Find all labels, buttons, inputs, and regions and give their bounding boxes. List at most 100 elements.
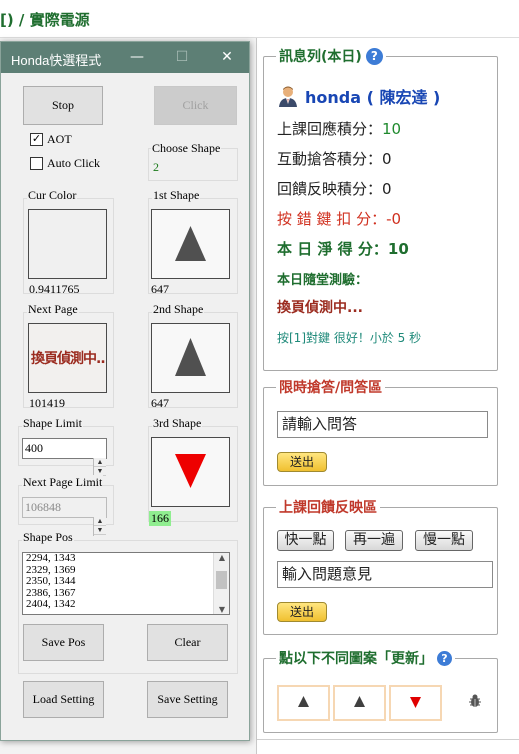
honda-dialog: Honda快選程式 — ☐ ✕ Stop Click ✓ AOT Auto Cl… (0, 41, 250, 741)
shape1-label: 1st Shape (152, 188, 201, 203)
shape3-label: 3rd Shape (152, 416, 203, 431)
feedback-panel: 上課回饋反映區 快一點 再一遍 慢一點 輸入問題意見 送出 (263, 497, 498, 635)
cur-color-swatch (28, 209, 107, 279)
next-page-limit-label: Next Page Limit (22, 475, 104, 490)
checkbox-unchecked-icon (30, 157, 43, 170)
up-triangle-icon (175, 338, 206, 376)
aot-checkbox[interactable]: ✓ AOT (30, 132, 72, 147)
quick-answer-legend: 限時搶答/問答區 (276, 377, 386, 397)
down-triangle-icon (175, 454, 206, 488)
faster-button[interactable]: 快一點 (277, 530, 334, 551)
shape-limit-input[interactable]: 400 ▲ ▼ (22, 438, 107, 477)
answer-input[interactable]: 請輸入問答 (277, 411, 488, 438)
message-prefix: 按[1]對鍵 (277, 331, 334, 345)
up-triangle-icon (298, 696, 309, 707)
message-body: 很好！小於 5 秒 (333, 331, 422, 345)
list-item[interactable]: 2294, 1343 (23, 553, 229, 565)
stat-label: 互動搶答積分： (277, 150, 383, 168)
info-panel: 訊息列(本日) ? honda ( 陳宏達 ) 上課回應積分：10 互動搶答積分… (263, 46, 498, 371)
user-name: honda ( 陳宏達 ) (305, 88, 441, 107)
load-setting-button[interactable]: Load Setting (23, 681, 104, 718)
dialog-title: Honda快選程式 (11, 53, 102, 68)
next-page-limit-input: 106848 ▲ ▼ (22, 497, 107, 536)
next-page-preview-text: 換頁偵測中... (31, 351, 107, 367)
checkbox-checked-icon: ✓ (30, 133, 43, 146)
minimize-icon[interactable]: — (124, 45, 150, 69)
scroll-up-icon[interactable]: ▲ (214, 553, 229, 562)
feedback-input[interactable]: 輸入問題意見 (277, 561, 493, 588)
shapes-legend: 點以下不同圖案「更新」 ? (276, 648, 455, 668)
stat-feedback: 回饋反映積分：0 (277, 178, 392, 199)
spin-up-icon[interactable]: ▲ (94, 458, 106, 467)
cur-color-value: 0.9411765 (29, 282, 80, 296)
feedback-submit-button[interactable]: 送出 (277, 602, 327, 622)
shapes-legend-text: 點以下不同圖案「更新」 (279, 651, 433, 667)
next-page-value: 101419 (29, 396, 65, 410)
user-row: honda ( 陳宏達 ) (277, 84, 440, 108)
shape1-value: 647 (151, 282, 169, 296)
page-title-text: 實際電源 (29, 11, 90, 29)
choose-shape-label: Choose Shape (151, 141, 222, 156)
shape-pos-label: Shape Pos (22, 530, 74, 545)
aot-label: AOT (47, 132, 72, 146)
choose-shape-value: 2 (153, 160, 159, 174)
click-button: Click (154, 86, 237, 125)
help-icon[interactable]: ? (437, 650, 452, 666)
feedback-legend: 上課回饋反映區 (276, 497, 380, 517)
shape-limit-value: 400 (25, 441, 43, 455)
spinner: ▲ ▼ (93, 517, 106, 536)
shape-option-1[interactable] (277, 685, 330, 721)
shape3-preview (151, 437, 230, 507)
next-page-limit-value: 106848 (25, 500, 61, 514)
scroll-thumb[interactable] (216, 571, 227, 589)
auto-click-checkbox[interactable]: Auto Click (30, 156, 100, 171)
page-header: [) / 實際電源 (0, 0, 519, 38)
save-setting-button[interactable]: Save Setting (147, 681, 228, 718)
shape2-preview (151, 323, 230, 393)
info-panel-title: 訊息列(本日) (279, 49, 362, 65)
next-page-label: Next Page (27, 302, 79, 317)
shape-limit-label: Shape Limit (22, 416, 83, 431)
up-triangle-icon (175, 226, 206, 261)
repeat-button[interactable]: 再一遍 (345, 530, 403, 551)
stat-value: -0 (386, 210, 402, 228)
stat-quiz: 本日隨堂測驗： (277, 273, 369, 288)
shape2-value: 647 (151, 396, 169, 410)
stat-class-response: 上課回應積分：10 (277, 118, 401, 139)
page-title-prefix: [) / (0, 11, 30, 29)
stat-value: 0 (382, 180, 392, 198)
close-icon[interactable]: ✕ (214, 45, 240, 69)
change-page-status: 換頁偵測中... (277, 300, 363, 316)
stop-button[interactable]: Stop (23, 86, 103, 125)
bug-icon[interactable] (467, 693, 483, 709)
stat-net: 本 日 淨 得 分：10 (277, 238, 409, 259)
clear-button[interactable]: Clear (147, 624, 228, 661)
up-triangle-icon (354, 696, 365, 707)
shape-pos-list[interactable]: 2294, 1343 2329, 1369 2350, 1344 2386, 1… (22, 552, 230, 615)
spin-down-icon: ▼ (94, 526, 106, 535)
save-pos-button[interactable]: Save Pos (23, 624, 104, 661)
shape-option-2[interactable] (333, 685, 386, 721)
feedback-message: 按[1]對鍵 很好！小於 5 秒 (277, 329, 421, 346)
shape3-value: 166 (149, 511, 171, 526)
stat-label: 回饋反映積分： (277, 180, 383, 198)
screen: { "page": { "title_prefix": "[) / ", "ti… (0, 0, 519, 754)
help-icon[interactable]: ? (365, 47, 383, 65)
maximize-icon: ☐ (175, 49, 189, 65)
spin-up-icon: ▲ (94, 517, 106, 526)
list-item[interactable]: 2404, 1342 (23, 599, 229, 611)
stat-value: 10 (387, 240, 409, 258)
stat-penalty: 按 錯 鍵 扣 分：-0 (277, 208, 401, 229)
answer-submit-button[interactable]: 送出 (277, 452, 327, 472)
list-scrollbar[interactable]: ▲ ▼ (213, 553, 229, 614)
shapes-panel: 點以下不同圖案「更新」 ? (263, 648, 498, 733)
user-avatar-icon (277, 85, 299, 107)
slower-button[interactable]: 慢一點 (415, 530, 473, 551)
shape-option-3[interactable] (389, 685, 442, 721)
page-bottom-line (257, 739, 519, 740)
cur-color-label: Cur Color (27, 188, 78, 203)
dialog-titlebar[interactable]: Honda快選程式 — ☐ ✕ (1, 42, 249, 73)
scroll-down-icon[interactable]: ▼ (214, 605, 229, 614)
quick-answer-panel: 限時搶答/問答區 請輸入問答 送出 (263, 377, 498, 486)
stat-value: 10 (382, 120, 402, 138)
